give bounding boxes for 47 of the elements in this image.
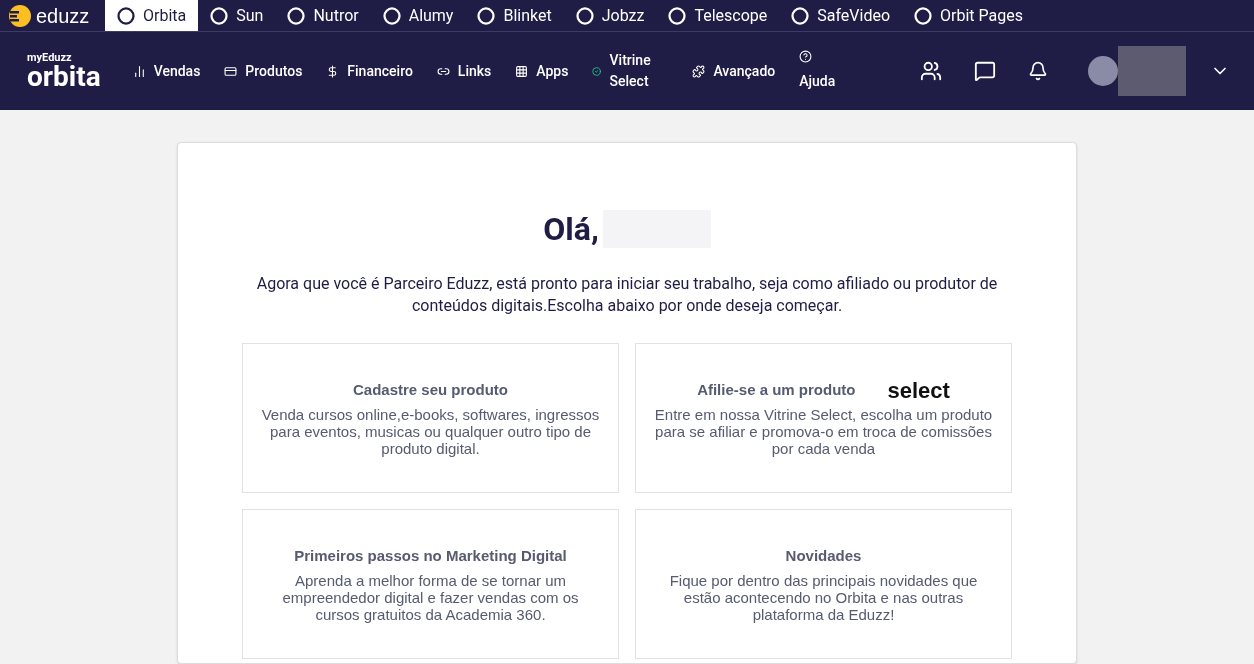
- users-icon[interactable]: [920, 60, 942, 82]
- puzzle-icon: [692, 64, 706, 78]
- app-tab[interactable]: Nutror: [275, 0, 371, 31]
- nav-item[interactable]: Financeiro: [314, 60, 425, 82]
- nav-item[interactable]: Ajuda: [787, 50, 848, 92]
- nav-item[interactable]: Vendas: [120, 60, 213, 82]
- card-title: Novidades: [785, 546, 862, 567]
- card-title: Cadastre seu produto: [353, 380, 508, 401]
- select-logo: select: [887, 379, 950, 402]
- card-text: Fique por dentro das principais novidades que estão acontecendo no Orbita e nas outras plataforma da Eduzz!: [668, 571, 979, 623]
- nav-item[interactable]: Avançado: [680, 60, 788, 82]
- help-icon: [799, 50, 813, 63]
- brand-logo: eduzz: [36, 5, 90, 26]
- bell-icon[interactable]: [1028, 61, 1048, 81]
- app-tab[interactable]: Alumy: [370, 0, 466, 31]
- nav-item[interactable]: Produtos: [212, 60, 315, 82]
- app-tab[interactable]: Sun: [198, 0, 276, 31]
- app-tab[interactable]: Orbit Pages: [902, 0, 1035, 31]
- option-card[interactable]: Afilie-se a um produto select Entre em nossa Vitrine Select, escolha um produto para se afiliar e promova-o em troca de comissões por cada venda: [635, 343, 1012, 493]
- option-card[interactable]: Novidades Fique por dentro das principais novidades que estão acontecendo no Orbita e nas outras plataforma da Eduzz!: [635, 509, 1012, 659]
- intro-text: Agora que você é Parceiro Eduzz, está pronto para iniciar seu trabalho, seja como afiliado ou produtor de conteúdos digitais.Escolha abaixo por onde deseja começar.: [255, 273, 999, 317]
- app-tab[interactable]: Telescope: [656, 0, 780, 31]
- nav-item[interactable]: Apps: [503, 60, 581, 82]
- app-tab[interactable]: SafeVideo: [779, 0, 903, 31]
- option-card[interactable]: Cadastre seu produto Venda cursos online,e-books, softwares, ingressos para eventos, musicas ou qualquer outro tipo de produto digital.: [242, 343, 619, 493]
- greeting: Olá,: [543, 209, 599, 250]
- app-tab[interactable]: Orbita: [105, 0, 199, 31]
- card-text: Entre em nossa Vitrine Select, escolha um produto para se afiliar e promova-o em troca de comissões por cada venda: [653, 405, 994, 457]
- profile-name-placeholder: [1118, 46, 1186, 96]
- avatar[interactable]: [1088, 56, 1118, 86]
- orbita-logo: orbita: [27, 62, 101, 91]
- option-card[interactable]: Primeiros passos no Marketing Digital Aprenda a melhor forma de se tornar um empreendedor digital e fazer vendas com os cursos gratuitos da Academia 360.: [242, 509, 619, 659]
- card-title: Afilie-se a um produto: [697, 380, 856, 401]
- bar-chart-icon: [132, 64, 146, 78]
- nav-item[interactable]: Links: [424, 60, 504, 82]
- card-text: Venda cursos online,e-books, softwares, ingressos para eventos, musicas ou qualquer outro tipo de produto digital.: [260, 405, 601, 457]
- nav-item[interactable]: Vitrine Select: [580, 50, 681, 92]
- card-title: Primeiros passos no Marketing Digital: [294, 546, 567, 567]
- check-icon: [592, 64, 602, 78]
- app-tab[interactable]: Jobzz: [563, 0, 657, 31]
- logo-caption: myEduzz: [27, 51, 72, 63]
- chat-icon[interactable]: [974, 60, 996, 82]
- grid-icon: [515, 64, 529, 78]
- app-tab[interactable]: Blinket: [465, 0, 564, 31]
- card-icon: [224, 64, 238, 78]
- logo-icon: [8, 3, 32, 28]
- card-text: Aprenda a melhor forma de se tornar um empreendedor digital e fazer vendas com os cursos gratuitos da Academia 360.: [281, 571, 580, 623]
